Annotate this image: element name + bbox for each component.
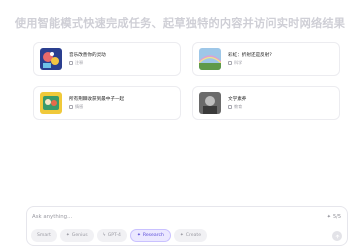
mode-label: Smart [37,233,51,238]
tag-icon [69,61,73,65]
mode-label: Research [142,233,164,238]
page-headline: 使用智能模式快速完成任务、起草独特的内容并访问实时网络结果 [14,17,346,30]
usage-counter: ✦ 5/5 [327,214,341,220]
card-category: 注释 [75,60,84,65]
bolt-icon: ϟ [102,233,106,238]
usage-counter-value: 5/5 [332,214,341,220]
card-meta: 情感 [69,104,83,110]
card-title: 音乐改善你的灵动 [69,53,106,58]
card-thumbnail-music [40,48,62,70]
mode-gpt4[interactable]: ϟ GPT-4 [96,229,127,242]
card-thumbnail-literature [199,92,221,114]
arrow-up-icon [335,234,339,238]
card-thumbnail-thorns [40,92,62,114]
mode-label: Create [185,233,202,238]
tag-icon [69,105,73,109]
card-meta: 教育 [228,104,242,110]
mode-label: Genius [71,233,88,238]
suggestion-card-rainbow[interactable]: 彩虹：折射还是反射? 科学 [192,42,340,76]
sparkle-icon: ✦ [326,214,331,220]
send-button[interactable] [332,231,342,241]
card-category: 教育 [234,104,243,109]
mode-smart[interactable]: Smart [31,229,57,242]
sparkle-icon: ✦ [179,233,184,238]
mode-label: GPT-4 [107,233,121,238]
chat-home: 使用智能模式快速完成任务、起草独特的内容并访问实时网络结果 音乐改善你的灵动 注… [0,0,360,252]
card-title: 彩虹：折射还是反射? [228,53,272,58]
mode-create[interactable]: ✦ Create [173,229,208,242]
card-category: 情感 [75,104,84,109]
suggestion-card-literature[interactable]: 文学素养 教育 [192,86,340,120]
card-meta: 科学 [228,60,242,66]
card-category: 科学 [234,60,243,65]
sparkle-icon: ✦ [65,233,70,238]
mode-selector: Smart ✦ Genius ϟ GPT-4 ✦ Research ✦ Crea… [31,229,208,242]
suggestion-card-music[interactable]: 音乐改善你的灵动 注释 [33,42,181,76]
card-thumbnail-rainbow [199,48,221,70]
tag-icon [228,61,232,65]
tag-icon [228,105,232,109]
card-title: 所有荆棘收获到最中子一起 [69,97,125,102]
card-meta: 注释 [69,60,83,66]
chat-input-box[interactable]: Ask anything... ✦ 5/5 Smart ✦ Genius ϟ G… [26,206,348,246]
chat-input-placeholder[interactable]: Ask anything... [32,214,72,220]
sparkle-icon: ✦ [136,233,141,238]
mode-research[interactable]: ✦ Research [129,229,171,242]
card-title: 文学素养 [228,97,247,102]
mode-genius[interactable]: ✦ Genius [59,229,94,242]
suggestion-card-thorns[interactable]: 所有荆棘收获到最中子一起 情感 [33,86,181,120]
